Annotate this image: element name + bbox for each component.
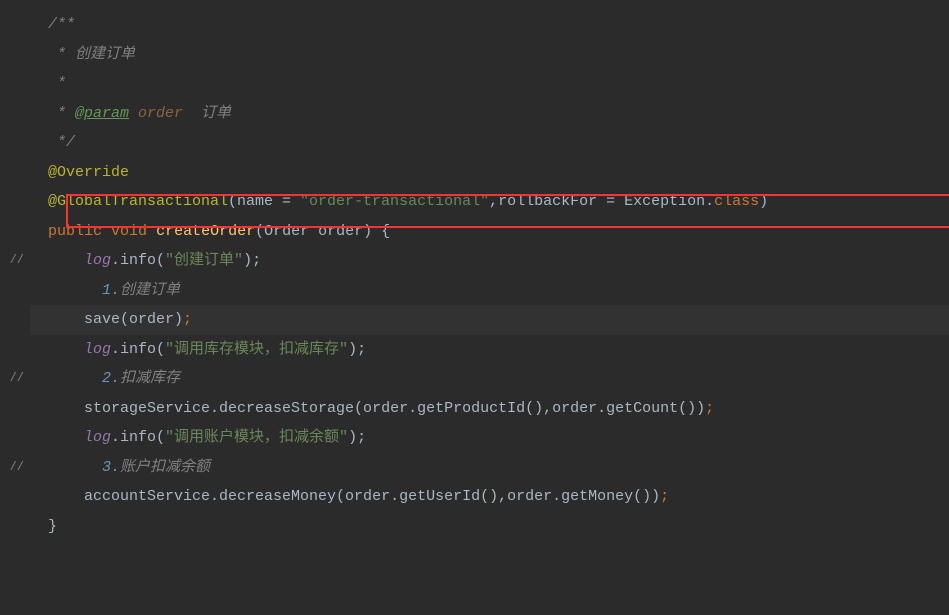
code-line[interactable]: 2.扣减库存 [30,364,949,394]
comment-text: /** [48,16,75,33]
comment-text: 订单 [201,105,231,122]
semicolon: ; [705,400,714,417]
code-line[interactable]: 3.账户扣减余额 [30,453,949,483]
code-text: accountService.decreaseMoney(order.getUs… [84,488,660,505]
code-line[interactable]: public void createOrder(Order order) { [30,217,949,247]
field-ref: log [84,341,111,358]
gutter-comment: // [0,246,30,276]
code-line[interactable]: @GlobalTransactional(name = "order-trans… [30,187,949,217]
code-text: (name = [228,193,300,210]
code-text: storageService.decreaseStorage(order.get… [84,400,705,417]
code-text: ); [348,341,366,358]
code-line[interactable]: 1.创建订单 [30,276,949,306]
code-line[interactable]: storageService.decreaseStorage(order.get… [30,394,949,424]
string-literal: "创建订单" [165,252,243,269]
comment-num: 3. [102,459,120,476]
code-line-current[interactable]: save(order); [30,305,949,335]
code-text: .info( [111,252,165,269]
code-line[interactable]: * 创建订单 [30,40,949,70]
keyword: void [111,223,147,240]
comment-text: * [48,75,66,92]
code-line[interactable]: */ [30,128,949,158]
gutter-comment: // [0,364,30,394]
comment-text: * [48,105,75,122]
gutter-comment: // [0,453,30,483]
comment-text: 账户扣减余额 [120,459,210,476]
doc-param: order [129,105,201,122]
code-editor[interactable]: /** * 创建订单 * * @param order 订单 */ @Overr… [30,0,949,615]
comment-text: 扣减库存 [120,370,180,387]
semicolon: ; [660,488,669,505]
comment-text: 创建订单 [120,282,180,299]
semicolon: ; [183,311,192,328]
code-text: ,rollbackFor = Exception. [489,193,714,210]
code-line[interactable]: /** [30,10,949,40]
comment-text: * [48,46,75,63]
code-line[interactable]: accountService.decreaseMoney(order.getUs… [30,482,949,512]
code-text: .info( [111,429,165,446]
code-line[interactable]: log.info("调用账户模块，扣减余额"); [30,423,949,453]
code-text: ); [243,252,261,269]
code-line[interactable]: } [30,512,949,542]
code-line[interactable]: @Override [30,158,949,188]
code-text: ) [759,193,768,210]
brace: } [48,518,57,535]
string-literal: "调用账户模块，扣减余额" [165,429,348,446]
string-literal: "order-transactional" [300,193,489,210]
string-literal: "调用库存模块，扣减库存" [165,341,348,358]
keyword: class [714,193,759,210]
doc-tag: @param [75,105,129,122]
comment-num: 2. [102,370,120,387]
code-text: save(order) [84,311,183,328]
code-line[interactable]: log.info("创建订单"); [30,246,949,276]
line-gutter: // // // [0,0,30,615]
keyword: public [48,223,102,240]
code-text: ); [348,429,366,446]
field-ref: log [84,252,111,269]
method-name: createOrder [156,223,255,240]
annotation: @Override [48,164,129,181]
code-text: (Order order) { [255,223,390,240]
code-line[interactable]: * @param order 订单 [30,99,949,129]
comment-text: 创建订单 [75,46,135,63]
comment-num: 1. [102,282,120,299]
code-line[interactable] [30,541,949,571]
code-text: .info( [111,341,165,358]
code-line[interactable]: log.info("调用库存模块，扣减库存"); [30,335,949,365]
code-line[interactable]: * [30,69,949,99]
field-ref: log [84,429,111,446]
annotation: @GlobalTransactional [48,193,228,210]
comment-text: */ [48,134,75,151]
